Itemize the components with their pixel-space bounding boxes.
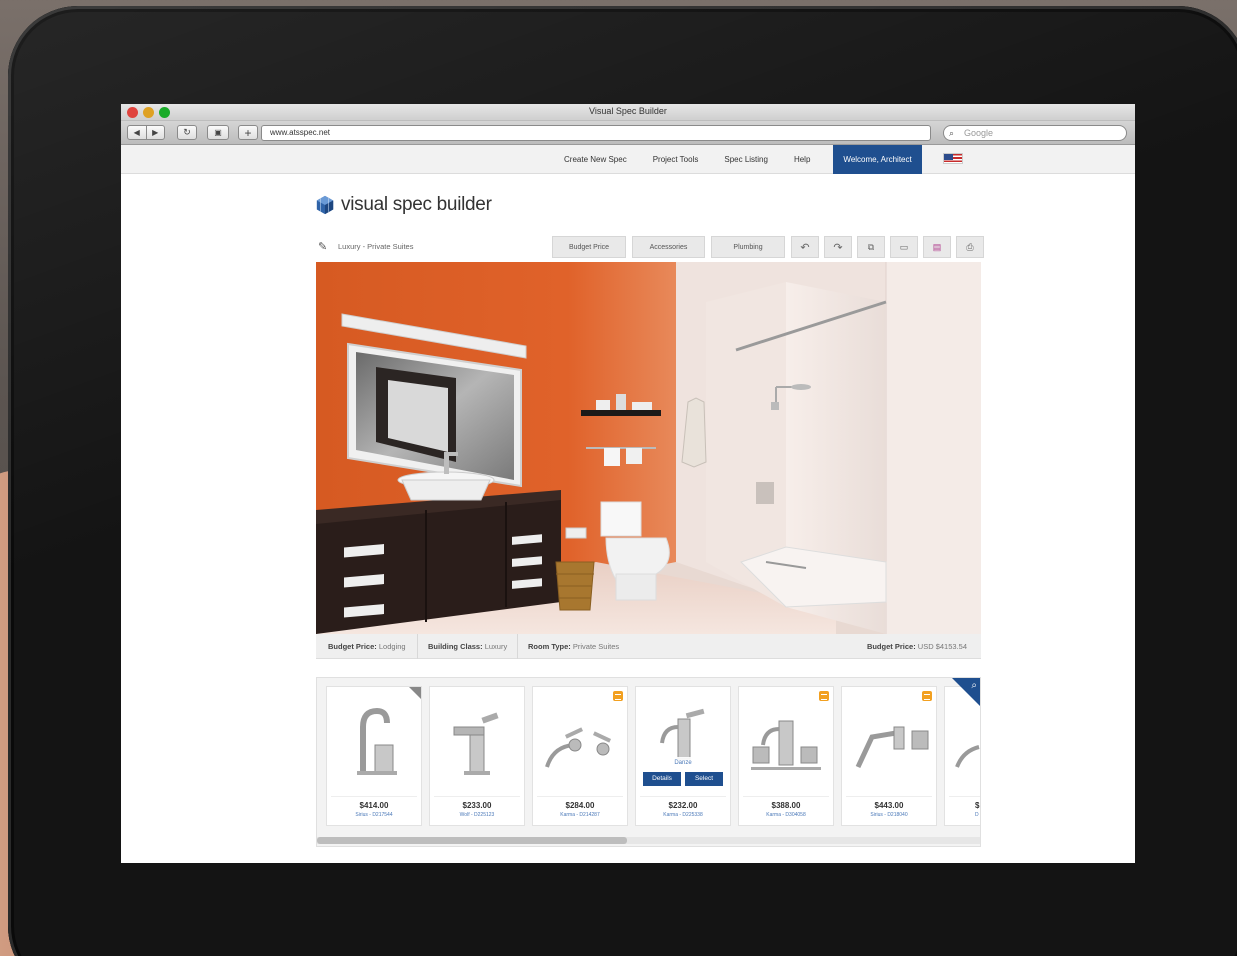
product-card[interactable]: $233.00 Wolf - D225123 <box>429 686 525 826</box>
nav-spec-listing[interactable]: Spec Listing <box>711 145 781 174</box>
product-card[interactable]: $388.00 Karma - D304058 <box>738 686 834 826</box>
product-card[interactable]: $414.00 Sirius - D217544 <box>326 686 422 826</box>
forward-arrow-icon[interactable]: ▶ <box>145 126 165 139</box>
building-class-label: Building Class: <box>428 642 483 651</box>
nav-create-new-spec[interactable]: Create New Spec <box>551 145 640 174</box>
bookmark-icon: ▣ <box>214 128 222 137</box>
search-placeholder: Google <box>964 128 994 138</box>
search-icon: ⌕ <box>949 128 955 138</box>
product-sku[interactable]: Karma - D225338 <box>636 812 730 818</box>
faucet-image <box>453 712 499 775</box>
product-card[interactable]: $ D <box>944 686 980 826</box>
bathroom-render-image <box>316 262 981 634</box>
nav-help[interactable]: Help <box>781 145 823 174</box>
product-hover-panel: Danze Details Select <box>636 757 730 795</box>
budget-type-value: Lodging <box>378 642 406 651</box>
product-sku[interactable]: Sirius - D218040 <box>842 812 936 818</box>
divider <box>949 796 980 797</box>
divider <box>537 796 623 797</box>
save-icon[interactable]: ▭ <box>890 236 918 258</box>
select-button[interactable]: Select <box>685 772 723 786</box>
tablet-screen: Visual Spec Builder ◀ ▶ ↻ ▣ + www.atsspe… <box>121 104 1135 863</box>
product-price: $414.00 <box>359 801 389 810</box>
room-type-info: Room Type: Private Suites <box>528 634 619 659</box>
product-price: $232.00 <box>668 801 698 810</box>
plus-icon: + <box>244 125 252 140</box>
divider <box>846 796 932 797</box>
globe-logo-icon <box>316 195 334 215</box>
room-type-value: Private Suites <box>572 642 620 651</box>
product-sku[interactable]: Karma - D214287 <box>533 812 627 818</box>
product-price: $ <box>975 801 980 810</box>
undo-icon[interactable]: ↶ <box>791 236 819 258</box>
product-price: $443.00 <box>874 801 904 810</box>
carousel-scrollbar[interactable] <box>317 837 980 844</box>
divider <box>640 796 726 797</box>
product-price: $284.00 <box>565 801 595 810</box>
divider <box>417 634 418 659</box>
reload-icon: ↻ <box>183 127 191 137</box>
budget-type-info: Budget Price: Lodging <box>328 634 406 659</box>
browser-toolbar: ◀ ▶ ↻ ▣ + www.atsspec.net ⌕ Google <box>121 121 1135 145</box>
site-navigation: Create New Spec Project Tools Spec Listi… <box>121 145 1135 174</box>
search-input[interactable]: ⌕ Google <box>943 125 1127 141</box>
back-arrow-icon[interactable]: ◀ <box>128 126 146 139</box>
product-card[interactable]: $443.00 Sirius - D218040 <box>841 686 937 826</box>
faucet-image <box>855 726 929 769</box>
product-card-hovered[interactable]: Danze Details Select $232.00 Karma - D22… <box>635 686 731 826</box>
snapback-button[interactable]: ▣ <box>207 125 229 140</box>
product-carousel: $414.00 Sirius - D217544 $233.00 Wolf - … <box>316 677 981 847</box>
redo-icon[interactable]: ↷ <box>824 236 852 258</box>
address-bar[interactable]: www.atsspec.net <box>261 125 931 141</box>
room-type-label: Room Type: <box>528 642 571 651</box>
reload-button[interactable]: ↻ <box>177 125 197 140</box>
logo-text: visual spec builder <box>341 194 492 215</box>
product-brand[interactable]: Danze <box>636 760 730 766</box>
window-title: Visual Spec Builder <box>589 106 667 116</box>
budget-price-button[interactable]: Budget Price <box>552 236 626 258</box>
plumbing-button[interactable]: Plumbing <box>711 236 785 258</box>
product-price: $388.00 <box>771 801 801 810</box>
budget-total-label: Budget Price: <box>866 642 916 651</box>
building-class-info: Building Class: Luxury <box>428 634 507 659</box>
window-titlebar: Visual Spec Builder <box>121 104 1135 121</box>
spec-info-bar: Budget Price: Lodging Building Class: Lu… <box>316 634 981 659</box>
building-class-value: Luxury <box>484 642 508 651</box>
divider <box>434 796 520 797</box>
app-logo: visual spec builder <box>315 194 492 216</box>
divider <box>517 634 518 659</box>
details-button[interactable]: Details <box>643 772 681 786</box>
budget-total-value: USD $4153.54 <box>917 642 967 651</box>
add-bookmark-button[interactable]: + <box>238 125 258 140</box>
pencil-icon[interactable]: ✎ <box>318 240 327 253</box>
copy-icon[interactable]: ⧉ <box>857 236 885 258</box>
welcome-user-button[interactable]: Welcome, Architect <box>833 145 922 174</box>
faucet-image <box>357 707 397 775</box>
spec-title: Luxury - Private Suites <box>338 242 414 251</box>
export-icon[interactable]: ▤ <box>923 236 951 258</box>
product-sku[interactable]: D <box>945 812 980 818</box>
back-forward-group: ◀ ▶ <box>127 125 165 140</box>
room-render-viewport[interactable] <box>316 262 981 634</box>
faucet-image <box>545 727 612 768</box>
scrollbar-thumb[interactable] <box>317 837 627 844</box>
search-icon[interactable]: ⌕ <box>971 680 977 691</box>
budget-total-info: Budget Price: USD $4153.54 <box>867 634 967 659</box>
product-sku[interactable]: Karma - D304058 <box>739 812 833 818</box>
divider <box>331 796 417 797</box>
us-flag-icon[interactable] <box>943 153 963 164</box>
nav-project-tools[interactable]: Project Tools <box>640 145 712 174</box>
divider <box>743 796 829 797</box>
product-price: $233.00 <box>462 801 492 810</box>
product-sku[interactable]: Wolf - D225123 <box>430 812 524 818</box>
product-card[interactable]: $284.00 Karma - D214287 <box>532 686 628 826</box>
product-sku[interactable]: Sirius - D217544 <box>327 812 421 818</box>
print-icon[interactable]: ⎙ <box>956 236 984 258</box>
spec-toolbar: ✎ Luxury - Private Suites Budget Price A… <box>316 234 984 260</box>
faucet-image <box>751 720 821 770</box>
budget-type-label: Budget Price: <box>328 642 377 651</box>
accessories-button[interactable]: Accessories <box>632 236 705 258</box>
